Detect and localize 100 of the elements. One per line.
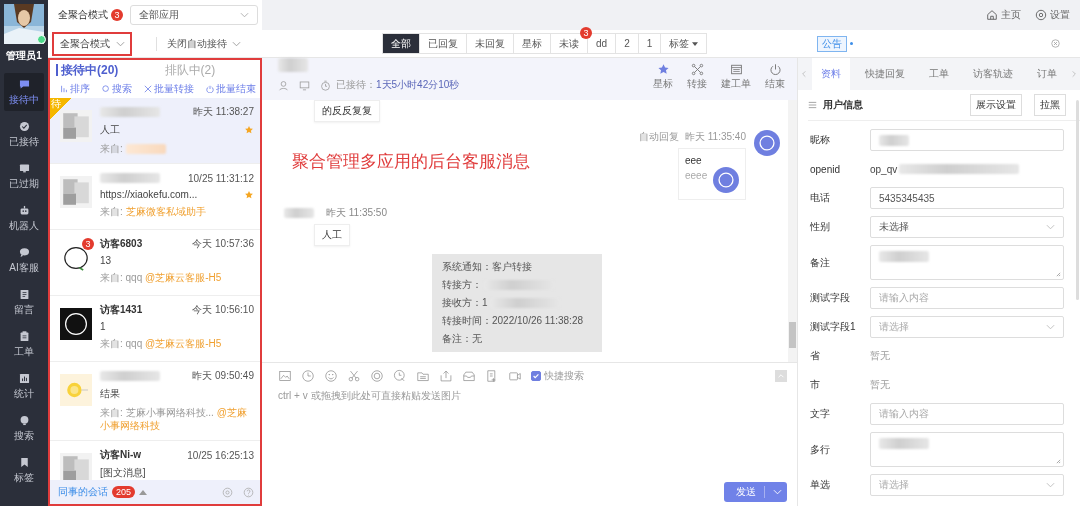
conversation-item[interactable]: 3 访客6803 今天 10:57:36 13 来自: qqq @芝麻云客服-H5 (50, 230, 260, 296)
resize-grip-icon[interactable] (1056, 459, 1061, 464)
action-icon (60, 85, 68, 93)
profile-tab[interactable]: 资料 (812, 58, 850, 90)
app-select[interactable]: 全部应用 (130, 5, 258, 25)
visitor-name: 访客1431 (100, 303, 143, 317)
inbox-icon[interactable] (462, 369, 476, 383)
conversation-tab[interactable]: 接待中(20) (56, 64, 157, 76)
textarea-field[interactable] (870, 245, 1064, 280)
user-name: 管理员1 (6, 49, 42, 63)
resize-grip-icon[interactable] (1056, 272, 1061, 277)
visitor-name: 访客Ni-w (100, 448, 142, 462)
clock-icon[interactable] (301, 369, 315, 383)
chat-action-button[interactable]: 建工单 (721, 63, 751, 91)
caret-up-icon[interactable] (139, 489, 148, 495)
history-icon[interactable] (393, 369, 407, 383)
list-action[interactable]: 搜索 (102, 83, 132, 95)
help-icon[interactable] (243, 486, 254, 498)
home-label: 主页 (1001, 8, 1021, 22)
nav-item[interactable]: 标签 (4, 451, 44, 489)
list-action[interactable]: 批量结束 (206, 83, 256, 95)
textarea-field[interactable] (870, 432, 1064, 467)
monitor-icon[interactable] (299, 79, 310, 91)
visitor-name: 访客6803 (100, 237, 143, 251)
emoji-icon[interactable] (324, 369, 338, 383)
scrollbar[interactable] (788, 100, 797, 362)
video-icon[interactable] (508, 369, 522, 383)
conversation-item[interactable]: 访客1431 今天 10:56:10 1 来自: qqq @芝麻云客服-H5 (50, 296, 260, 362)
filter-tab[interactable]: dd (588, 34, 616, 53)
notice-line: 转接时间：2022/10/26 11:38:28 (442, 314, 583, 328)
input-field[interactable] (870, 129, 1064, 151)
message-time: 昨天 11:35:50 (326, 206, 387, 220)
input-field[interactable]: 5435345435 (870, 187, 1064, 209)
unread-badge: 3 (82, 238, 94, 250)
list-action[interactable]: 排序 (60, 83, 90, 95)
nav-item[interactable]: 已接待 (4, 115, 44, 153)
scissors-icon[interactable] (347, 369, 361, 383)
person-icon[interactable] (278, 79, 289, 91)
close-icon[interactable] (1051, 39, 1060, 48)
conversation-item[interactable]: 昨天 09:50:49 结果 来自: 芝麻小事网络科技... @芝麻小事网络科技 (50, 362, 260, 441)
field-label: 电话 (810, 191, 831, 205)
settings-icon[interactable] (222, 486, 233, 498)
field-label: 单选 (810, 478, 831, 492)
chat-action-button[interactable]: 星标 (653, 63, 673, 91)
checkbox[interactable] (531, 371, 541, 381)
settings-link[interactable]: 设置 (1035, 8, 1070, 22)
filter-tab[interactable]: 1 (638, 34, 661, 53)
last-message: 人工 (100, 123, 120, 137)
image-icon[interactable] (278, 369, 292, 383)
select-field[interactable]: 未选择 (870, 216, 1064, 238)
dot-icon (850, 42, 854, 45)
action-icon (144, 85, 152, 93)
nav-item[interactable]: AI客服 (4, 241, 44, 279)
filter-tab[interactable]: 未回复 (467, 34, 513, 53)
mode-select[interactable]: 全聚合模式 (52, 31, 132, 56)
upload-icon[interactable] (439, 369, 453, 383)
action-icon (206, 85, 214, 93)
count-badge: 205 (112, 486, 136, 498)
chevron-left-icon[interactable] (802, 70, 806, 78)
field-label: 测试字段1 (810, 320, 857, 334)
chat-action-button[interactable]: 转接 (687, 63, 707, 91)
stamp-icon[interactable] (370, 369, 384, 383)
nav-item[interactable]: 留言 (4, 283, 44, 321)
profile-tab[interactable]: 工单 (920, 58, 958, 90)
profile-tab[interactable]: 快捷回复 (856, 58, 914, 90)
panel-button[interactable]: 拉黑 (1034, 94, 1066, 116)
source-text: 来自: (100, 142, 123, 155)
filter-tab[interactable]: 已回复 (420, 34, 466, 53)
timer-icon (320, 79, 331, 91)
expand-icon[interactable] (775, 370, 787, 382)
conversation-time: 10/25 16:25:13 (187, 449, 254, 461)
nav-item[interactable]: 统计 (4, 367, 44, 405)
star-icon (656, 63, 670, 76)
nav-item[interactable]: 接待中 (4, 73, 44, 111)
panel-button[interactable]: 展示设置 (970, 94, 1022, 116)
message-meta: 自动回复 昨天 11:35:40 (639, 130, 746, 144)
chevron-right-icon[interactable] (1072, 70, 1076, 78)
filter-tab[interactable]: 全部 (383, 34, 419, 53)
profile-tab[interactable]: 订单 (1028, 58, 1066, 90)
chat-action-button[interactable]: 结束 (765, 63, 785, 91)
conversation-item[interactable]: 10/25 11:31:12 https://xiaokefu.com... 来自: 芝麻微客私域助手 (50, 164, 260, 230)
filter-tab[interactable]: 标签 (661, 34, 707, 53)
nav-item[interactable]: 已过期 (4, 157, 44, 195)
nav-item[interactable]: 搜索 (4, 409, 44, 447)
nav-item[interactable]: 工单 (4, 325, 44, 363)
sun-avatar (60, 374, 92, 406)
filter-tab[interactable]: 2 (616, 34, 638, 53)
auto-reception-select[interactable]: 关闭自动接待 (167, 36, 241, 51)
scrollbar[interactable] (1076, 100, 1079, 300)
settings-icon (1035, 9, 1047, 21)
list-action[interactable]: 批量转接 (144, 83, 194, 95)
nav-item[interactable]: 机器人 (4, 199, 44, 237)
field-label: 昵称 (810, 133, 831, 147)
filter-tab[interactable]: 星标 (514, 34, 550, 53)
home-link[interactable]: 主页 (986, 8, 1021, 22)
folder-icon[interactable] (416, 369, 430, 383)
profile-tab[interactable]: 访客轨迹 (964, 58, 1022, 90)
conversation-time: 今天 10:57:36 (192, 237, 254, 251)
conversation-time: 10/25 11:31:12 (188, 172, 254, 184)
conversation-item[interactable]: 待 昨天 11:38:27 人工 来自: (50, 98, 260, 164)
